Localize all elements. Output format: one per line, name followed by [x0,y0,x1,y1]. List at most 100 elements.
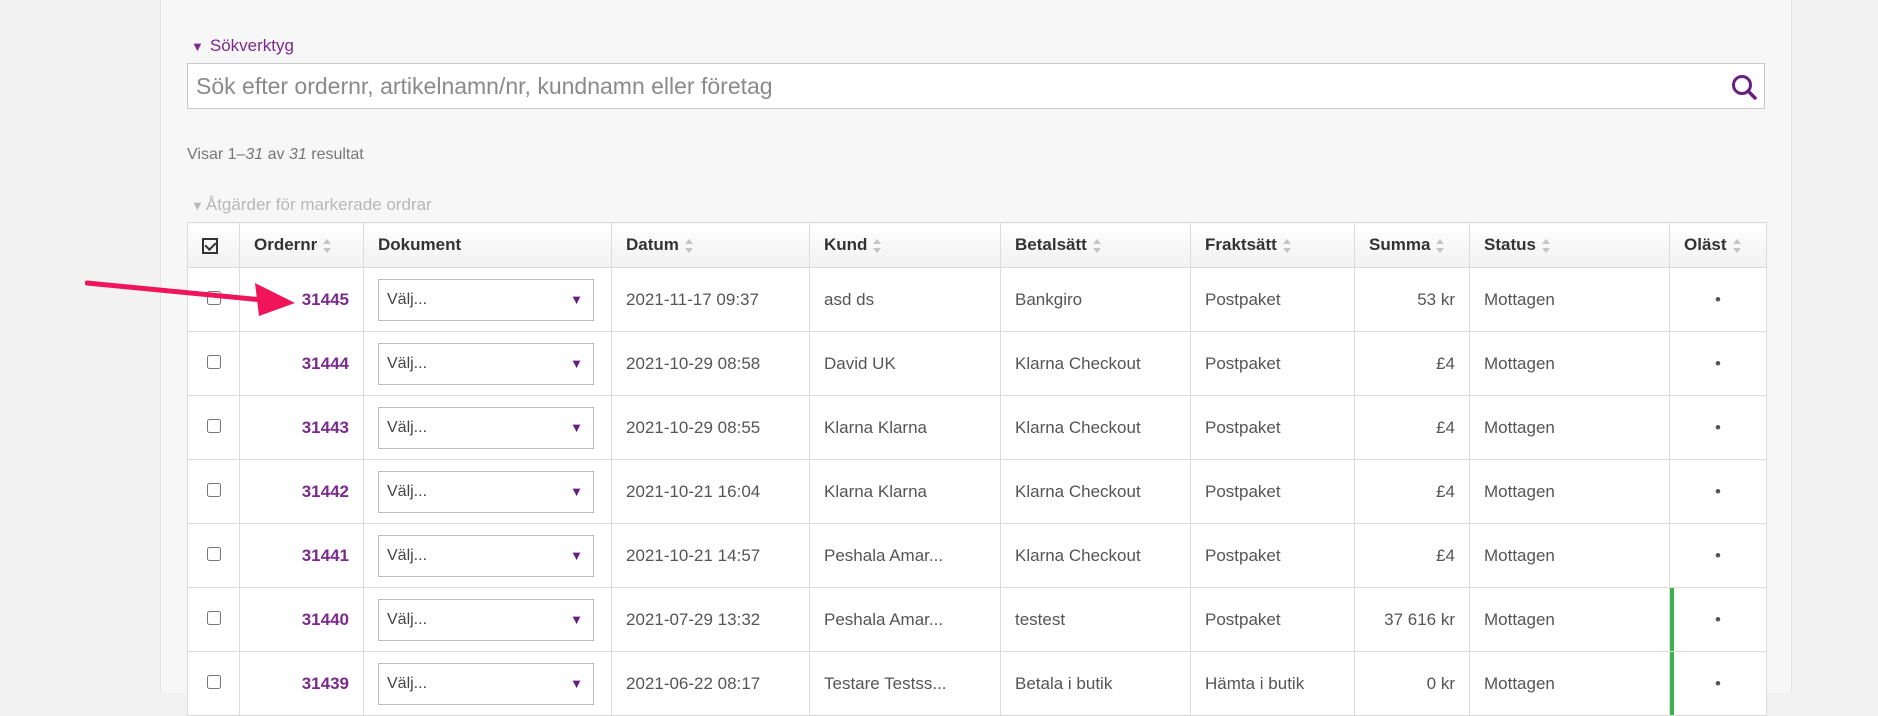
col-dokument: Dokument [363,222,612,268]
datum-cell: 2021-07-29 13:32 [611,587,810,652]
select-all-checkbox[interactable] [187,222,240,268]
dokument-cell: Välj... ▼ [363,523,612,588]
olast-cell: • [1669,395,1767,460]
orders-table: Ordernr Dokument Datum Kund Betalsätt Fr… [187,222,1767,716]
betalsatt-cell: Klarna Checkout [1000,395,1191,460]
chevron-down-icon: ▼ [570,611,583,627]
row-checkbox[interactable] [206,354,221,369]
col-betalsatt[interactable]: Betalsätt [1000,222,1191,268]
bulk-actions-label: Åtgärder för markerade ordrar [205,195,432,214]
dokument-cell: Välj... ▼ [363,395,612,460]
summa-cell: £4 [1354,459,1470,524]
col-kund[interactable]: Kund [809,222,1001,268]
table-row[interactable]: 31445 Välj... ▼ 2021-11-17 09:37 asd ds Bankg… [187,267,1767,332]
dokument-select[interactable]: Välj... ▼ [378,342,594,385]
ordernr-link[interactable]: 31439 [302,674,349,693]
annotation-arrow-icon [85,280,295,316]
chevron-down-icon: ▼ [570,419,583,435]
table-row[interactable]: 31442 Välj... ▼ 2021-10-21 16:04 Klarna Klar… [187,459,1767,524]
ordernr-link[interactable]: 31441 [302,546,349,565]
dokument-select-value: Välj... [387,674,428,692]
ordernr-cell: 31439 [239,651,364,716]
ordernr-link[interactable]: 31445 [302,290,349,309]
status-cell: Mottagen [1469,267,1670,332]
row-checkbox[interactable] [206,482,221,497]
dokument-cell: Välj... ▼ [363,587,612,652]
sort-icon [1541,238,1550,253]
ordernr-link[interactable]: 31443 [302,418,349,437]
olast-cell: • [1669,331,1767,396]
dokument-cell: Välj... ▼ [363,331,612,396]
status-cell: Mottagen [1469,523,1670,588]
kund-cell: Klarna Klarna [809,395,1001,460]
col-status[interactable]: Status [1469,222,1670,268]
datum-cell: 2021-10-29 08:58 [611,331,810,396]
col-fraktsatt[interactable]: Fraktsätt [1190,222,1355,268]
row-checkbox[interactable] [206,418,221,433]
betalsatt-cell: testest [1000,587,1191,652]
fraktsatt-cell: Postpaket [1190,267,1355,332]
dokument-select-value: Välj... [387,546,428,564]
status-cell: Mottagen [1469,459,1670,524]
dokument-select-value: Välj... [387,418,428,436]
search-icon[interactable] [1730,73,1758,101]
olast-cell: • [1669,459,1767,524]
ordernr-cell: 31442 [239,459,364,524]
bulk-actions-toggle[interactable]: ▼ Åtgärder för markerade ordrar [191,195,432,215]
sort-icon [1732,238,1741,253]
dokument-select[interactable]: Välj... ▼ [378,470,594,513]
search-box [187,63,1765,109]
dokument-select[interactable]: Välj... ▼ [378,534,594,577]
dokument-select-value: Välj... [387,482,428,500]
dokument-select[interactable]: Välj... ▼ [378,598,594,641]
dokument-select[interactable]: Välj... ▼ [378,662,594,705]
col-datum[interactable]: Datum [611,222,810,268]
table-row[interactable]: 31441 Välj... ▼ 2021-10-21 14:57 Peshala Ama… [187,523,1767,588]
row-checkbox[interactable] [206,610,221,625]
kund-cell: Klarna Klarna [809,459,1001,524]
ordernr-link[interactable]: 31442 [302,482,349,501]
table-row[interactable]: 31443 Välj... ▼ 2021-10-29 08:55 Klarna Klar… [187,395,1767,460]
olast-cell: • [1669,523,1767,588]
dokument-select[interactable]: Välj... ▼ [378,406,594,449]
chevron-down-icon: ▼ [570,675,583,691]
summa-cell: £4 [1354,395,1470,460]
chevron-down-icon: ▼ [570,547,583,563]
table-row[interactable]: 31444 Välj... ▼ 2021-10-29 08:58 David UK Kla… [187,331,1767,396]
row-checkbox-cell [187,587,240,652]
col-ordernr[interactable]: Ordernr [239,222,364,268]
ordernr-cell: 31441 [239,523,364,588]
kund-cell: Peshala Amar... [809,523,1001,588]
sort-icon [323,238,332,253]
search-tools-toggle[interactable]: ▼ Sökverktyg [191,36,294,56]
fraktsatt-cell: Hämta i butik [1190,651,1355,716]
ordernr-link[interactable]: 31444 [302,354,349,373]
ordernr-cell: 31444 [239,331,364,396]
col-summa[interactable]: Summa [1354,222,1470,268]
table-row[interactable]: 31439 Välj... ▼ 2021-06-22 08:17 Testare Tes… [187,651,1767,716]
row-checkbox-cell [187,459,240,524]
kund-cell: asd ds [809,267,1001,332]
ordernr-link[interactable]: 31440 [302,610,349,629]
search-input[interactable] [188,64,1716,108]
datum-cell: 2021-10-29 08:55 [611,395,810,460]
status-cell: Mottagen [1469,651,1670,716]
datum-cell: 2021-10-21 16:04 [611,459,810,524]
summa-cell: 53 kr [1354,267,1470,332]
row-checkbox-cell [187,395,240,460]
summa-cell: £4 [1354,331,1470,396]
betalsatt-cell: Bankgiro [1000,267,1191,332]
row-checkbox[interactable] [206,546,221,561]
dokument-select-value: Välj... [387,610,428,628]
search-tools-label: Sökverktyg [209,36,294,55]
checkbox-checked-icon [202,237,218,254]
dokument-select-value: Välj... [387,354,428,372]
fraktsatt-cell: Postpaket [1190,459,1355,524]
table-row[interactable]: 31440 Välj... ▼ 2021-07-29 13:32 Peshala Ama… [187,587,1767,652]
summa-cell: £4 [1354,523,1470,588]
dokument-cell: Välj... ▼ [363,459,612,524]
dokument-select[interactable]: Välj... ▼ [378,278,594,321]
row-checkbox[interactable] [206,674,221,689]
col-olast[interactable]: Oläst [1669,222,1767,268]
kund-cell: David UK [809,331,1001,396]
